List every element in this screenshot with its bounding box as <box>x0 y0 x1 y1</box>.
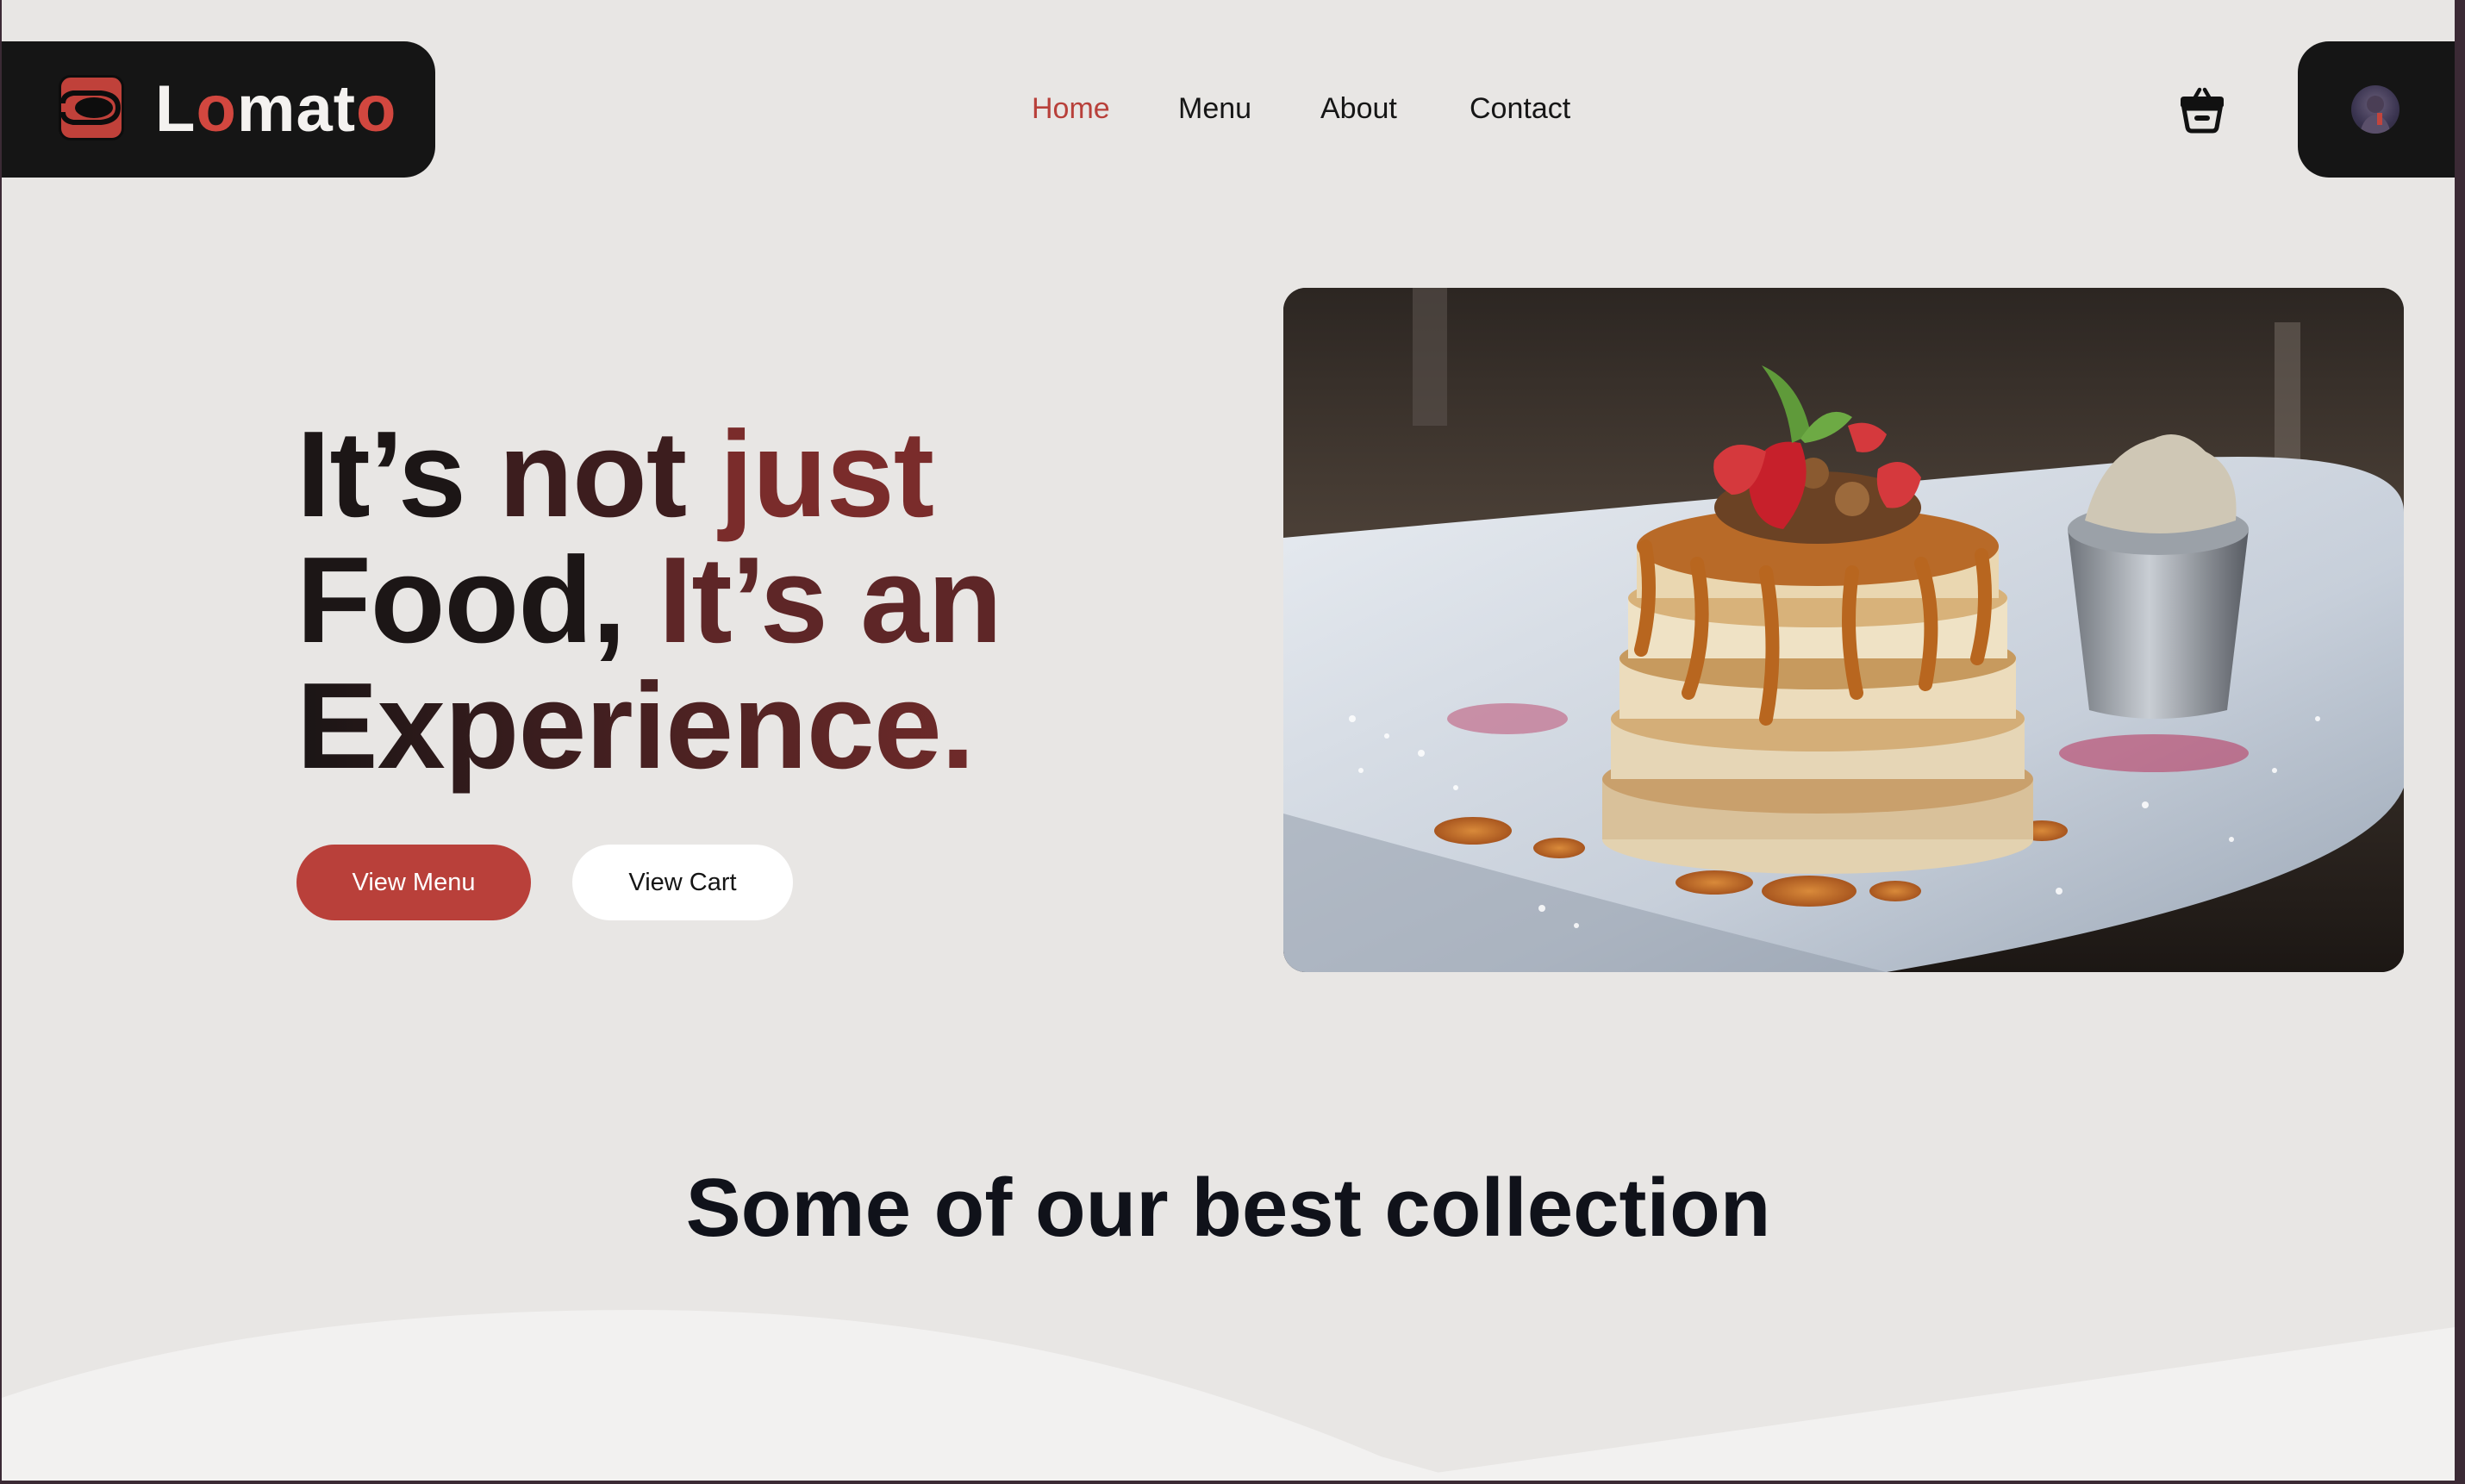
hero-title: It’s not just Food, It’s an Experience. <box>296 406 1002 795</box>
pancake-stack-photo <box>1283 288 2404 972</box>
cart-button[interactable] <box>2175 83 2229 136</box>
view-cart-button[interactable]: View Cart <box>572 845 793 920</box>
view-menu-button[interactable]: View Menu <box>296 845 531 920</box>
page: Lomato Home Menu About Contact It’s not … <box>2 0 2455 1481</box>
nav-about[interactable]: About <box>1320 90 1397 128</box>
profile-area <box>2298 41 2455 178</box>
main-nav: Home Menu About Contact <box>2 90 2455 128</box>
nav-menu[interactable]: Menu <box>1178 90 1251 128</box>
decorative-wave <box>2 1310 2455 1481</box>
basket-icon <box>2181 87 2224 134</box>
collection-title: Some of our best collection <box>685 1162 1771 1254</box>
nav-home[interactable]: Home <box>1032 90 1110 128</box>
avatar[interactable] <box>2351 85 2399 134</box>
nav-contact[interactable]: Contact <box>1470 90 1570 128</box>
